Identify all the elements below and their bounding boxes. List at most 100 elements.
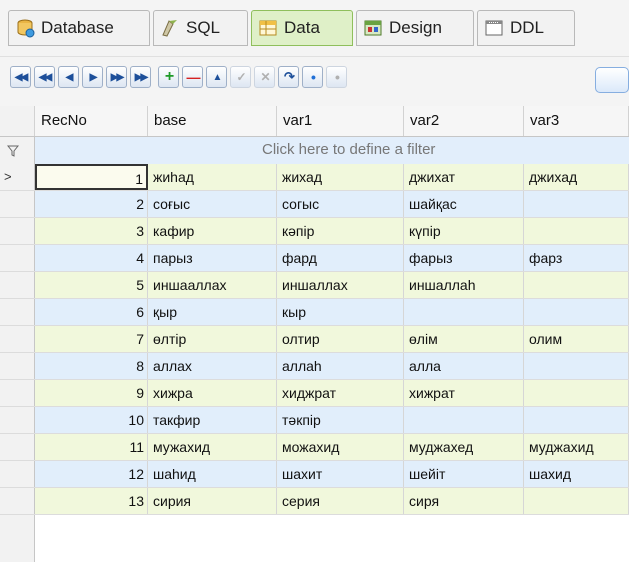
cell-recno[interactable]: 11	[35, 434, 148, 460]
cell-base[interactable]: иншааллах	[148, 272, 277, 298]
column-header-var3[interactable]: var3	[524, 106, 629, 136]
cell-var3[interactable]: олим	[524, 326, 629, 352]
bookmark-add-button[interactable]: •	[302, 66, 323, 88]
column-header-base[interactable]: base	[148, 106, 277, 136]
row-indicator[interactable]	[0, 353, 35, 379]
table-row[interactable]: 7 өлтір олтир өлім олим	[0, 326, 629, 353]
delete-record-button[interactable]: —	[182, 66, 203, 88]
cell-base[interactable]: шаһид	[148, 461, 277, 487]
edit-record-button[interactable]: ▲	[206, 66, 227, 88]
filter-row[interactable]: Click here to define a filter	[0, 137, 629, 165]
cell-var1[interactable]: тәкпір	[277, 407, 404, 433]
cell-var1[interactable]: иншаллах	[277, 272, 404, 298]
table-row[interactable]: 10 такфир тәкпір	[0, 407, 629, 434]
toolbar-extra-button[interactable]	[595, 67, 629, 93]
cell-var1[interactable]: фард	[277, 245, 404, 271]
cell-var2[interactable]: фарыз	[404, 245, 524, 271]
table-row[interactable]: 6 қыр кыр	[0, 299, 629, 326]
table-row[interactable]: 9 хижра хиджрат хижрат	[0, 380, 629, 407]
row-indicator[interactable]	[0, 326, 35, 352]
cell-var2[interactable]: алла	[404, 353, 524, 379]
cell-var1[interactable]: хиджрат	[277, 380, 404, 406]
cell-recno[interactable]: 1	[35, 164, 148, 190]
cell-recno[interactable]: 12	[35, 461, 148, 487]
cell-var2[interactable]: күпір	[404, 218, 524, 244]
cell-base[interactable]: мужахид	[148, 434, 277, 460]
cancel-edit-button[interactable]: ✕	[254, 66, 275, 88]
prior-record-button[interactable]: ◀	[58, 66, 79, 88]
cell-base[interactable]: өлтір	[148, 326, 277, 352]
cell-var3[interactable]	[524, 218, 629, 244]
row-indicator[interactable]	[0, 299, 35, 325]
cell-recno[interactable]: 13	[35, 488, 148, 514]
next-page-button[interactable]: ▶▶	[106, 66, 127, 88]
refresh-button[interactable]: ↷	[278, 66, 299, 88]
cell-var1[interactable]: кыр	[277, 299, 404, 325]
column-header-recno[interactable]: RecNo	[35, 106, 148, 136]
cell-var3[interactable]: джихад	[524, 164, 629, 190]
cell-var3[interactable]	[524, 299, 629, 325]
table-row[interactable]: 8 аллах аллаһ алла	[0, 353, 629, 380]
row-indicator[interactable]	[0, 245, 35, 271]
cell-recno[interactable]: 7	[35, 326, 148, 352]
column-header-var2[interactable]: var2	[404, 106, 524, 136]
tab-database[interactable]: Database	[8, 10, 150, 46]
cell-base[interactable]: жиһад	[148, 164, 277, 190]
tab-sql[interactable]: SQL	[153, 10, 248, 46]
cell-var2[interactable]	[404, 299, 524, 325]
cell-recno[interactable]: 6	[35, 299, 148, 325]
table-row[interactable]: 4 парыз фард фарыз фарз	[0, 245, 629, 272]
cell-var3[interactable]: муджахид	[524, 434, 629, 460]
cell-base[interactable]: парыз	[148, 245, 277, 271]
cell-var1[interactable]: аллаһ	[277, 353, 404, 379]
cell-var2[interactable]: сиря	[404, 488, 524, 514]
cell-var3[interactable]	[524, 407, 629, 433]
cell-base[interactable]: хижра	[148, 380, 277, 406]
cell-recno[interactable]: 2	[35, 191, 148, 217]
table-row[interactable]: 3 кафир кәпір күпір	[0, 218, 629, 245]
cell-var2[interactable]: шайқас	[404, 191, 524, 217]
bookmark-goto-button[interactable]: •	[326, 66, 347, 88]
cell-var3[interactable]: шахид	[524, 461, 629, 487]
cell-var1[interactable]: согыс	[277, 191, 404, 217]
cell-var2[interactable]: иншаллаһ	[404, 272, 524, 298]
row-indicator[interactable]	[0, 434, 35, 460]
cell-var1[interactable]: можахид	[277, 434, 404, 460]
table-row[interactable]: 13 сирия серия сиря	[0, 488, 629, 515]
cell-var1[interactable]: олтир	[277, 326, 404, 352]
cell-var2[interactable]: хижрат	[404, 380, 524, 406]
cell-recno[interactable]: 4	[35, 245, 148, 271]
table-row[interactable]: 2 соғыс согыс шайқас	[0, 191, 629, 218]
cell-var3[interactable]: фарз	[524, 245, 629, 271]
row-indicator[interactable]	[0, 380, 35, 406]
tab-data[interactable]: Data	[251, 10, 353, 46]
row-indicator[interactable]: >	[0, 164, 35, 190]
first-record-button[interactable]: ◀◀	[10, 66, 31, 88]
last-record-button[interactable]: ▶▶	[130, 66, 151, 88]
cell-base[interactable]: соғыс	[148, 191, 277, 217]
cell-base[interactable]: аллах	[148, 353, 277, 379]
cell-var1[interactable]: кәпір	[277, 218, 404, 244]
cell-var3[interactable]	[524, 191, 629, 217]
cell-base[interactable]: сирия	[148, 488, 277, 514]
cell-var1[interactable]: серия	[277, 488, 404, 514]
row-indicator[interactable]	[0, 218, 35, 244]
prior-page-button[interactable]: ◀◀	[34, 66, 55, 88]
cell-var3[interactable]	[524, 488, 629, 514]
row-indicator[interactable]	[0, 488, 35, 514]
cell-recno[interactable]: 8	[35, 353, 148, 379]
cell-recno[interactable]: 3	[35, 218, 148, 244]
table-row[interactable]: 11 мужахид можахид муджахед муджахид	[0, 434, 629, 461]
cell-var3[interactable]	[524, 353, 629, 379]
cell-base[interactable]: такфир	[148, 407, 277, 433]
cell-var2[interactable]: муджахед	[404, 434, 524, 460]
cell-var1[interactable]: шахит	[277, 461, 404, 487]
cell-recno[interactable]: 5	[35, 272, 148, 298]
table-row[interactable]: 12 шаһид шахит шейіт шахид	[0, 461, 629, 488]
tab-design[interactable]: Design	[356, 10, 474, 46]
cell-var1[interactable]: жихад	[277, 164, 404, 190]
insert-record-button[interactable]: +	[158, 66, 179, 88]
post-edit-button[interactable]: ✓	[230, 66, 251, 88]
next-record-button[interactable]: ▶	[82, 66, 103, 88]
row-indicator[interactable]	[0, 272, 35, 298]
